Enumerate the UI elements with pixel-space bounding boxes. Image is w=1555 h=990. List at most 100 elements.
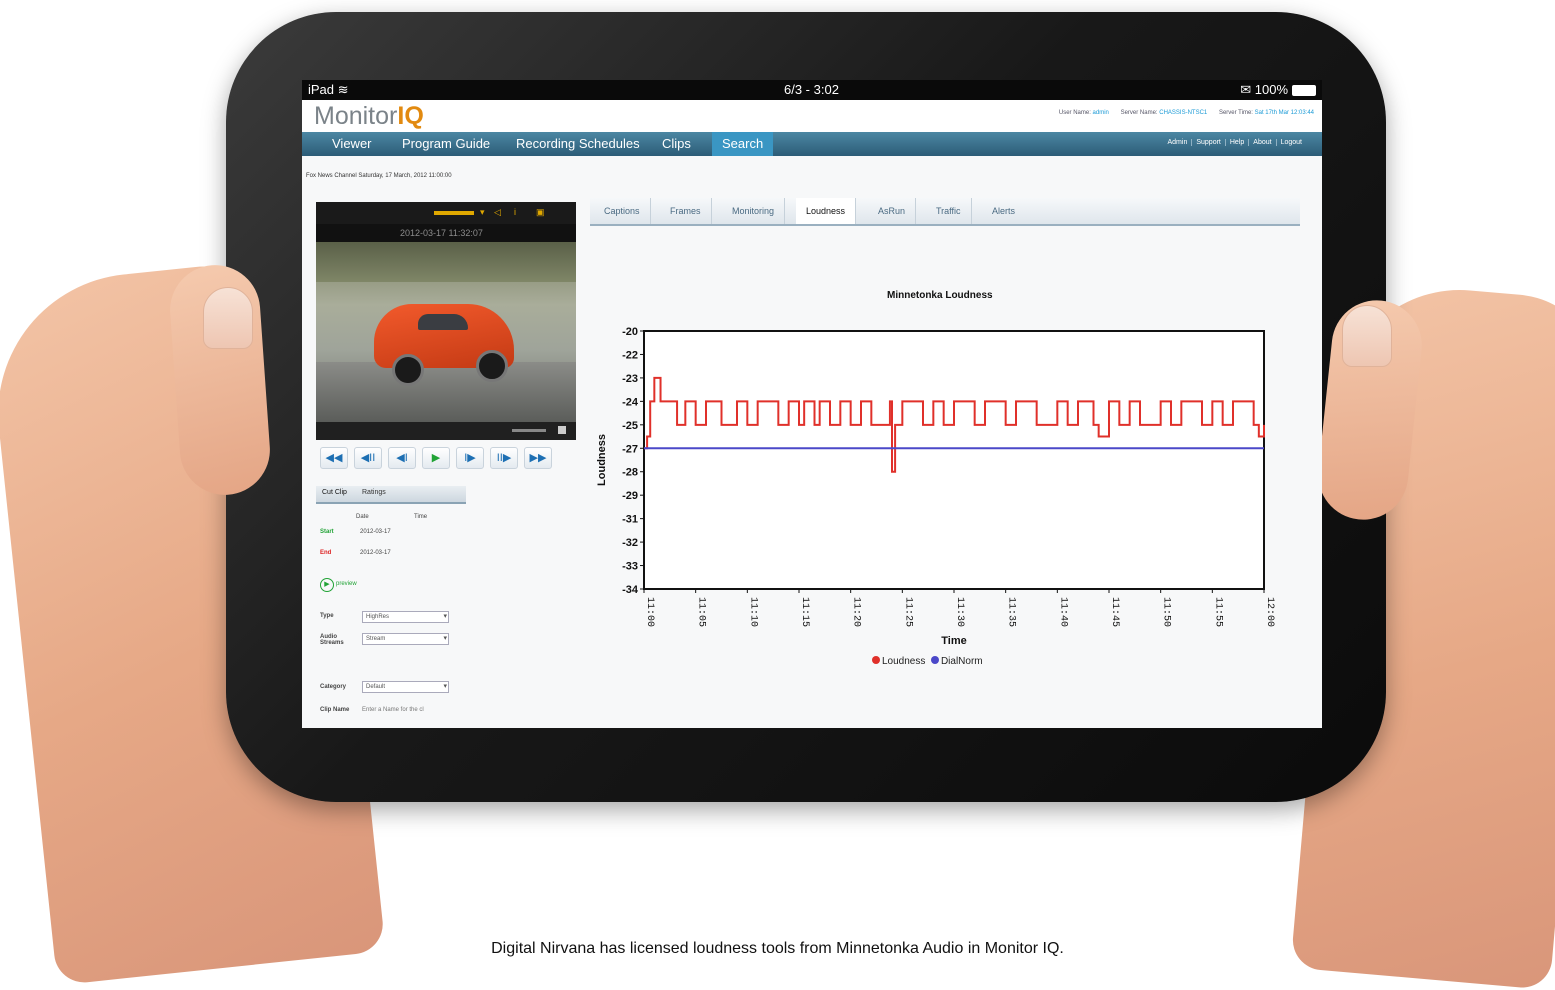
fast-forward-button[interactable]: ▶▶	[524, 447, 552, 469]
about-link[interactable]: About	[1248, 139, 1276, 146]
server-time: Sat 17th Mar 12:03:44	[1254, 110, 1314, 116]
server-name: CHASSIS-NTSC1	[1159, 110, 1208, 116]
seek-slider[interactable]	[512, 429, 546, 432]
y-tick-label: -34	[622, 584, 639, 596]
y-tick-label: -32	[622, 537, 638, 549]
track	[316, 362, 576, 422]
video-progress-bar[interactable]	[316, 422, 576, 440]
photo-caption: Digital Nirvana has licensed loudness to…	[491, 940, 1064, 957]
main-nav: Viewer Program Guide Recording Schedules…	[302, 132, 1322, 156]
video-toolbar: ▾ ◁ i ▣	[316, 202, 576, 224]
ios-status-bar: iPad ≋ 6/3 - 3:02 ✉ 100%	[302, 80, 1322, 100]
y-tick-label: -24	[622, 396, 639, 408]
tab-traffic[interactable]: Traffic	[926, 198, 972, 224]
end-label[interactable]: End	[320, 550, 331, 556]
step-forward-button[interactable]: I▶	[456, 447, 484, 469]
clock: 6/3 - 3:02	[784, 82, 839, 97]
y-tick-label: -20	[622, 326, 638, 338]
car-wheel	[392, 354, 424, 386]
video-frame	[316, 242, 576, 422]
analysis-tabs: Captions Frames Monitoring Loudness AsRu…	[590, 198, 1300, 226]
x-tick-label: 11:05	[696, 597, 707, 627]
x-tick-label: 11:30	[954, 597, 965, 627]
legend-dialnorm-dot	[930, 656, 939, 664]
y-tick-label: -23	[622, 373, 638, 385]
chart-legend: Loudness DialNorm	[872, 656, 983, 667]
tab-monitoring[interactable]: Monitoring	[722, 198, 786, 224]
end-date[interactable]: 2012-03-17	[360, 550, 391, 556]
info-icon[interactable]: i	[514, 207, 528, 217]
preview-play-icon[interactable]: ▶	[320, 578, 334, 592]
x-tick-label: 11:35	[1006, 597, 1017, 627]
logout-link[interactable]: Logout	[1275, 139, 1306, 146]
loudness-chart: -20 -22 -23 -24 -25 -27 -28 -29 -31 -32 -33 -34 11:0…	[596, 326, 1275, 647]
y-tick-label: -27	[622, 443, 638, 455]
utility-links: Admin Support Help About Logout	[1164, 139, 1306, 146]
y-tick-label: -28	[622, 467, 638, 479]
y-tick-label: -25	[622, 420, 638, 432]
clip-tabs: Cut Clip Ratings	[316, 486, 466, 504]
admin-link[interactable]: Admin	[1164, 139, 1192, 146]
x-tick-label: 11:50	[1161, 597, 1172, 627]
legend-loudness-dot	[872, 656, 880, 664]
volume-slider[interactable]	[434, 211, 474, 215]
x-tick-label: 12:00	[1264, 597, 1275, 627]
tab-cut-clip[interactable]: Cut Clip	[322, 489, 347, 496]
help-link[interactable]: Help	[1224, 139, 1249, 146]
trees	[316, 242, 576, 282]
type-select[interactable]: HighRes	[362, 611, 449, 623]
date-column-header: Date	[356, 514, 369, 520]
car-window	[418, 314, 468, 330]
rewind-icon[interactable]: ◁	[494, 207, 508, 217]
legend-dialnorm: DialNorm	[940, 656, 983, 667]
monitoriq-logo: MonitorIQ	[314, 102, 424, 130]
nav-recording-schedules[interactable]: Recording Schedules	[516, 136, 640, 151]
device-label: iPad	[308, 82, 335, 97]
nav-clips[interactable]: Clips	[662, 136, 691, 151]
dropdown-icon[interactable]: ▾	[480, 207, 494, 217]
video-player[interactable]: ▾ ◁ i ▣ 2012-03-17 11:32:07	[316, 202, 576, 440]
step-back-button[interactable]: ◀I	[388, 447, 416, 469]
mail-icon: ✉	[1240, 82, 1252, 97]
user-name: admin	[1092, 110, 1109, 116]
start-date[interactable]: 2012-03-17	[360, 529, 391, 535]
app-header: MonitorIQ User Name: admin Server Name: …	[302, 100, 1322, 132]
nav-search[interactable]: Search	[712, 132, 774, 156]
fast-rewind-button[interactable]: ◀◀	[320, 447, 348, 469]
y-tick-label: -33	[622, 561, 638, 573]
x-axis-label: Time	[941, 635, 966, 647]
x-tick-label: 11:45	[1109, 597, 1120, 627]
tab-captions[interactable]: Captions	[594, 198, 651, 224]
category-select[interactable]: Default	[362, 681, 449, 693]
x-tick-label: 11:20	[851, 597, 862, 627]
play-button[interactable]: ▶	[422, 447, 450, 469]
preview-label[interactable]: preview	[336, 581, 357, 587]
step-back-many-button[interactable]: ◀II	[354, 447, 382, 469]
start-label[interactable]: Start	[320, 529, 334, 535]
x-tick-label: 11:00	[644, 597, 655, 627]
clip-name-input[interactable]: Enter a Name for the cl	[362, 707, 424, 713]
step-forward-many-button[interactable]: II▶	[490, 447, 518, 469]
audio-streams-select[interactable]: Stream	[362, 633, 449, 645]
nav-viewer[interactable]: Viewer	[332, 136, 372, 151]
stop-icon[interactable]	[558, 426, 566, 434]
x-tick-label: 11:55	[1212, 597, 1223, 627]
tab-asrun[interactable]: AsRun	[868, 198, 917, 224]
tab-frames[interactable]: Frames	[660, 198, 712, 224]
nav-program-guide[interactable]: Program Guide	[402, 136, 490, 151]
car-wheel	[476, 350, 508, 382]
tablet-screen: iPad ≋ 6/3 - 3:02 ✉ 100% MonitorIQ User …	[302, 80, 1322, 728]
left-thumbnail	[203, 287, 253, 349]
program-info: Fox News Channel Saturday, 17 March, 201…	[306, 173, 452, 179]
audio-streams-label: Audio Streams	[320, 634, 344, 646]
support-link[interactable]: Support	[1191, 139, 1225, 146]
legend-loudness: Loudness	[882, 656, 926, 667]
tab-ratings[interactable]: Ratings	[362, 489, 386, 496]
x-tick-label: 11:10	[747, 597, 758, 627]
tab-alerts[interactable]: Alerts	[982, 198, 1025, 224]
y-tick-label: -31	[622, 514, 638, 526]
fullscreen-icon[interactable]: ▣	[536, 207, 550, 217]
y-axis-label: Loudness	[596, 434, 608, 486]
battery-percent: 100%	[1254, 82, 1288, 97]
tab-loudness[interactable]: Loudness	[796, 198, 857, 224]
